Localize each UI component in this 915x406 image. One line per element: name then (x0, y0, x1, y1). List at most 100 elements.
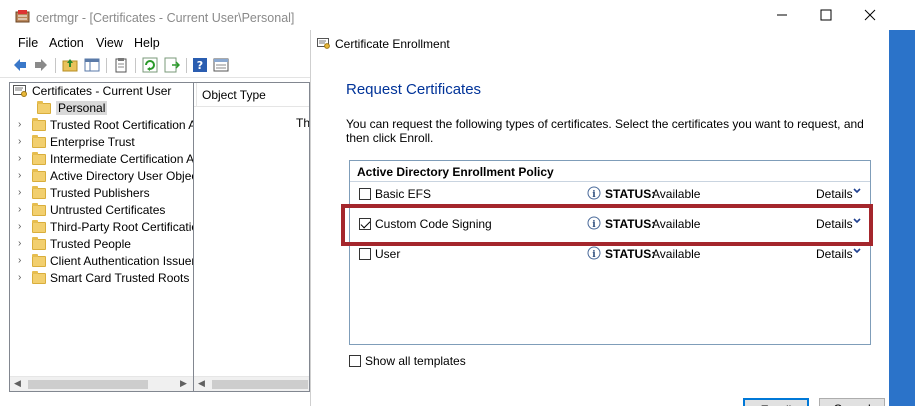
tree-item-trusted-people[interactable]: › Trusted People (10, 236, 193, 253)
info-icon: i (587, 246, 601, 260)
scroll-left-arrow-icon[interactable]: ◀ (14, 378, 21, 389)
show-all-templates[interactable]: Show all templates (349, 354, 549, 372)
folder-icon (32, 237, 46, 250)
expand-chevron-icon[interactable]: › (18, 255, 21, 266)
list-item-truncated[interactable]: Th (296, 116, 309, 130)
minimize-icon[interactable] (759, 0, 805, 30)
folder-icon (37, 101, 51, 114)
expand-chevron-icon[interactable]: › (18, 153, 21, 164)
status-value: Available (652, 247, 701, 261)
properties-icon[interactable] (213, 57, 229, 73)
back-arrow-icon[interactable] (12, 57, 28, 73)
folder-icon (32, 186, 46, 199)
certificate-list-pane: Object Type Th ◀ (194, 82, 310, 392)
tree-item-trusted-root[interactable]: › Trusted Root Certification Au (10, 117, 194, 134)
certmgr-menubar: File Action View Help (0, 34, 310, 54)
folder-icon (32, 203, 46, 216)
expand-chevron-icon[interactable]: › (18, 221, 21, 232)
scroll-left-arrow-icon[interactable]: ◀ (198, 378, 205, 389)
svg-text:i: i (592, 250, 596, 260)
dialog-title: Certificate Enrollment (335, 37, 450, 51)
certificate-store-tree: Certificates - Current User Personal › T… (9, 82, 194, 392)
tree-item-smart-card-roots[interactable]: › Smart Card Trusted Roots (10, 270, 193, 287)
expand-chevron-icon[interactable]: › (18, 187, 21, 198)
cert-row-basic-efs[interactable]: Basic EFS i STATUS: Available Details (350, 184, 870, 206)
details-link[interactable]: Details (816, 247, 853, 261)
cert-name: Basic EFS (375, 187, 432, 201)
tree-item-label: Trusted People (50, 237, 131, 251)
show-all-label: Show all templates (365, 354, 466, 368)
info-icon: i (587, 186, 601, 200)
tree-item-label: Client Authentication Issuers (50, 254, 194, 268)
chevron-down-icon[interactable] (853, 246, 861, 256)
list-header: Object Type (194, 83, 309, 107)
expand-chevron-icon[interactable]: › (18, 272, 21, 283)
tree-item-ad-user-object[interactable]: › Active Directory User Object (10, 168, 193, 185)
export-list-icon[interactable] (164, 57, 180, 73)
tree-item-label: Trusted Publishers (50, 186, 150, 200)
certificates-root-icon (13, 85, 27, 97)
help-icon[interactable]: ? (192, 57, 208, 73)
expand-chevron-icon[interactable]: › (18, 119, 21, 130)
tree-item-label: Smart Card Trusted Roots (50, 271, 190, 285)
tree-item-personal[interactable]: Personal (10, 100, 193, 117)
tree-item-enterprise-trust[interactable]: › Enterprise Trust (10, 134, 193, 151)
status-label: STATUS: (605, 187, 656, 201)
chevron-down-icon[interactable] (853, 186, 861, 196)
column-header-object-type[interactable]: Object Type (202, 88, 266, 102)
svg-text:?: ? (197, 59, 203, 72)
folder-icon (32, 271, 46, 284)
tree-item-intermediate[interactable]: › Intermediate Certification Au (10, 151, 194, 168)
cert-checkbox[interactable] (359, 188, 371, 200)
menu-help[interactable]: Help (134, 36, 160, 50)
menu-action[interactable]: Action (49, 36, 84, 50)
enrollment-policy-list: Active Directory Enrollment Policy Basic… (349, 160, 871, 345)
up-folder-icon[interactable] (62, 57, 78, 73)
status-label: STATUS: (605, 247, 656, 261)
forward-arrow-icon[interactable] (33, 57, 49, 73)
desktop-background (889, 30, 915, 406)
cert-checkbox[interactable] (359, 248, 371, 260)
close-icon[interactable] (847, 0, 893, 30)
cancel-button[interactable]: Cancel (819, 398, 885, 406)
expand-chevron-icon[interactable]: › (18, 170, 21, 181)
tree-item-label: Trusted Root Certification Au (50, 118, 194, 132)
scroll-right-arrow-icon[interactable]: ▶ (180, 378, 187, 389)
folder-icon (32, 152, 46, 165)
certificate-icon (317, 38, 330, 49)
scroll-thumb[interactable] (28, 380, 148, 389)
folder-icon (32, 220, 46, 233)
tree-item-trusted-publishers[interactable]: › Trusted Publishers (10, 185, 193, 202)
folder-icon (32, 135, 46, 148)
enroll-button[interactable]: Enroll (743, 398, 809, 406)
certmgr-toolbar: ? (0, 54, 310, 78)
menu-file[interactable]: File (18, 36, 38, 50)
refresh-icon[interactable] (142, 57, 158, 73)
expand-chevron-icon[interactable]: › (18, 204, 21, 215)
cert-name: User (375, 247, 401, 261)
tree-item-untrusted[interactable]: › Untrusted Certificates (10, 202, 193, 219)
tree-item-label: Enterprise Trust (50, 135, 135, 149)
list-horizontal-scrollbar[interactable]: ◀ (194, 376, 309, 391)
show-hide-tree-icon[interactable] (84, 57, 100, 73)
expand-chevron-icon[interactable]: › (18, 238, 21, 249)
menu-view[interactable]: View (96, 36, 123, 50)
tree-item-label: Third-Party Root Certification (50, 220, 194, 234)
tree-root[interactable]: Certificates - Current User (10, 83, 193, 100)
svg-text:i: i (592, 190, 596, 200)
tree-item-third-party-root[interactable]: › Third-Party Root Certification (10, 219, 194, 236)
show-all-checkbox[interactable] (349, 355, 361, 367)
folder-icon (32, 169, 46, 182)
scroll-thumb[interactable] (212, 380, 308, 389)
tree-item-client-auth-issuers[interactable]: › Client Authentication Issuers (10, 253, 194, 270)
expand-chevron-icon[interactable]: › (18, 136, 21, 147)
maximize-icon[interactable] (803, 0, 849, 30)
cert-row-user[interactable]: User i STATUS: Available Details (350, 244, 870, 266)
highlight-annotation (341, 204, 873, 246)
details-link[interactable]: Details (816, 187, 853, 201)
clipboard-icon[interactable] (113, 57, 129, 73)
tree-item-label: Untrusted Certificates (50, 203, 166, 217)
tree-item-label: Personal (56, 101, 108, 115)
tree-item-label: Intermediate Certification Au (50, 152, 194, 166)
tree-horizontal-scrollbar[interactable]: ◀ ▶ (10, 376, 193, 391)
